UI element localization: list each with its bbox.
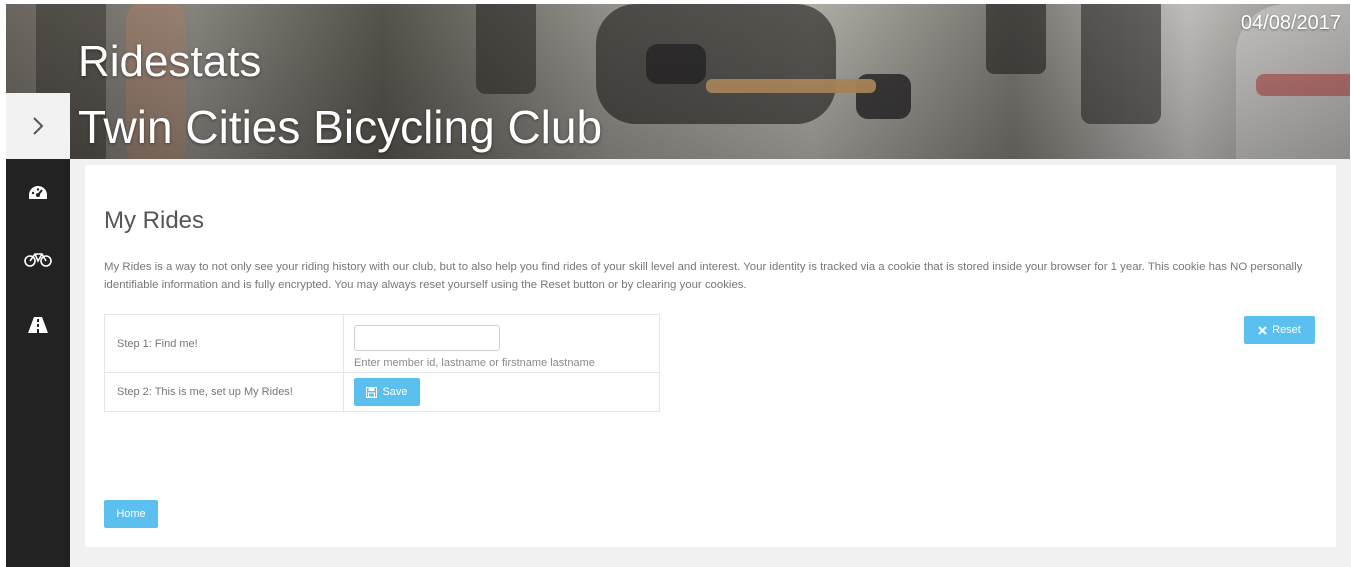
sidebar-item-routes[interactable]: [6, 305, 70, 345]
table-row: Step 1: Find me! Enter member id, lastna…: [104, 314, 660, 373]
member-search-help: Enter member id, lastname or firstname l…: [354, 356, 595, 369]
sidebar-item-rides[interactable]: [6, 239, 70, 279]
step-1-label: Step 1: Find me!: [104, 314, 344, 373]
bicycle-icon: [24, 253, 52, 267]
step-1-control: Enter member id, lastname or firstname l…: [343, 314, 660, 373]
close-icon: [1258, 325, 1267, 335]
page-title: My Rides: [104, 207, 205, 234]
chevron-right-icon: [33, 117, 44, 135]
sidebar-item-dashboard[interactable]: [6, 173, 70, 213]
member-search-input[interactable]: [354, 324, 500, 351]
steps-table: Step 1: Find me! Enter member id, lastna…: [104, 314, 660, 412]
save-icon: [366, 386, 378, 398]
save-button-label: Save: [382, 386, 408, 398]
step-2-control: Save: [343, 372, 660, 412]
reset-button[interactable]: Reset: [1244, 316, 1315, 344]
site-title[interactable]: Ridestats: [78, 38, 261, 86]
sidebar: [6, 159, 70, 567]
dashboard-icon: [29, 186, 47, 199]
current-date: 04/08/2017: [1240, 12, 1341, 34]
home-button[interactable]: Home: [104, 500, 158, 528]
road-icon: [28, 317, 48, 333]
intro-text: My Rides is a way to not only see your r…: [104, 261, 1303, 291]
club-name: Twin Cities Bicycling Club: [78, 101, 603, 153]
reset-button-label: Reset: [1272, 324, 1301, 336]
sidebar-toggle-button[interactable]: [6, 93, 70, 159]
save-button[interactable]: Save: [354, 378, 420, 406]
table-row: Step 2: This is me, set up My Rides! Sav…: [104, 372, 660, 412]
step-2-label: Step 2: This is me, set up My Rides!: [104, 372, 344, 412]
